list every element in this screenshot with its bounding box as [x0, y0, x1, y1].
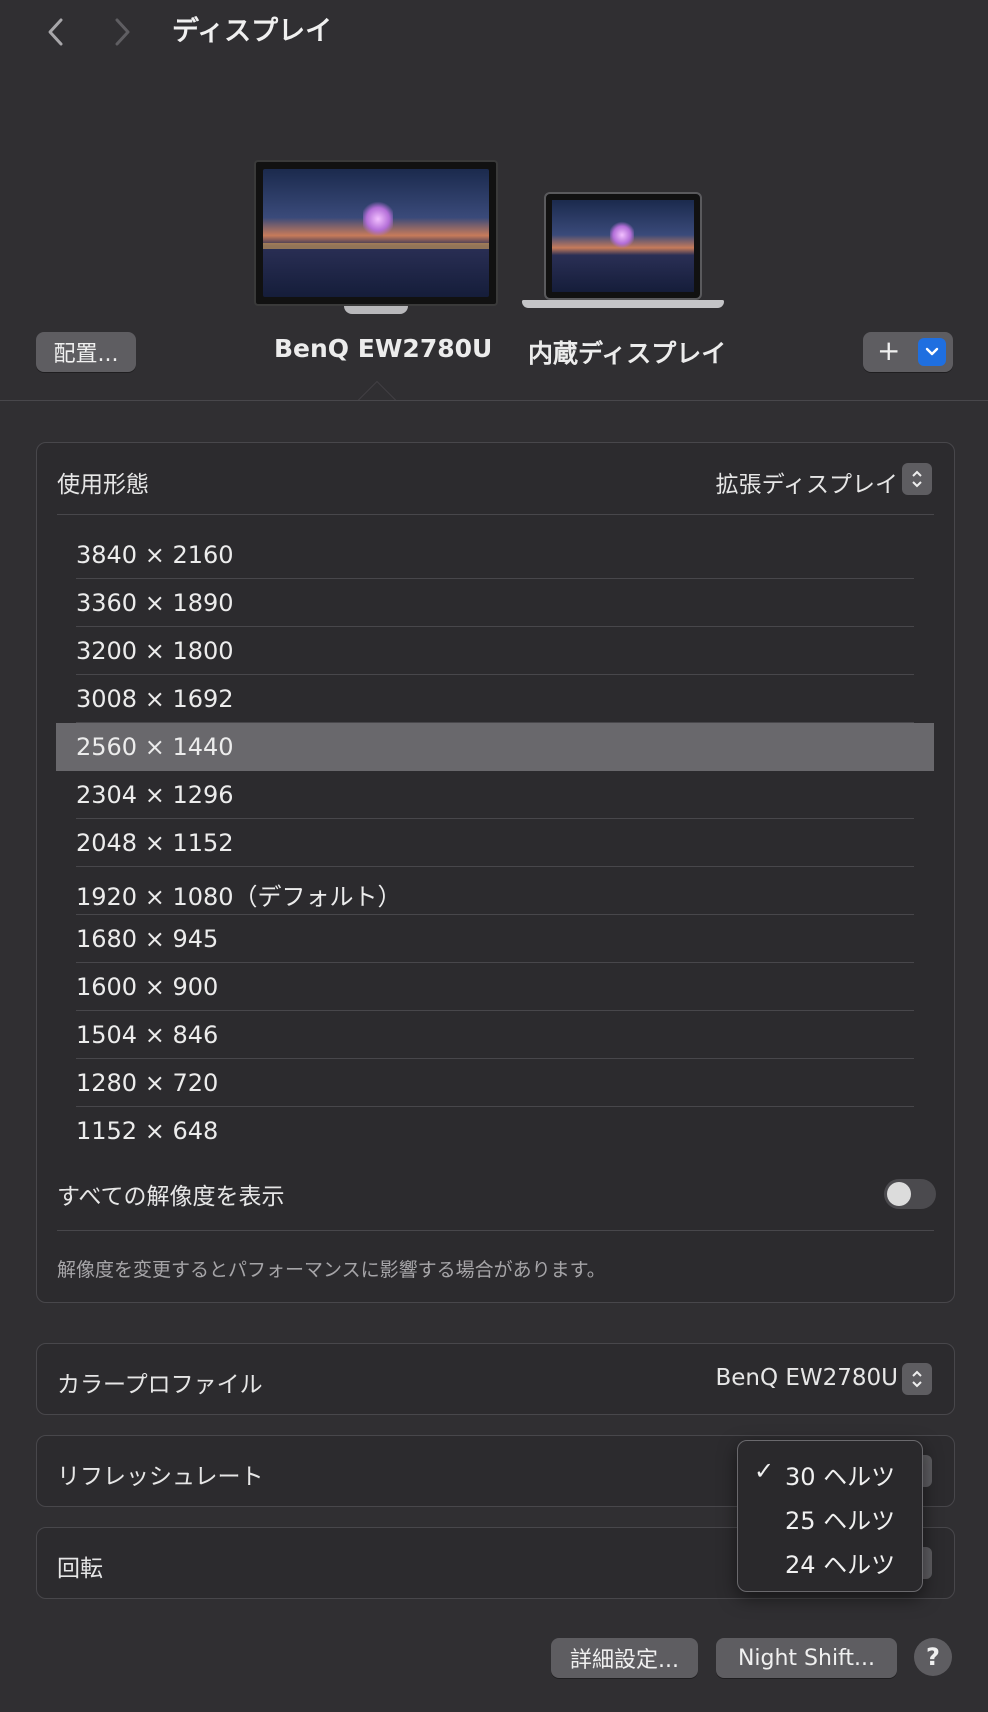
page-title: ディスプレイ	[172, 16, 333, 47]
up-down-chevron-icon	[912, 470, 922, 488]
resolution-label: 1600 × 900	[76, 973, 219, 1001]
resolution-label: 1920 × 1080（デフォルト）	[76, 883, 402, 911]
rotation-label: 回転	[57, 1556, 103, 1582]
selected-display-pointer	[358, 381, 396, 400]
resolution-option[interactable]: 1504 × 846	[56, 1011, 934, 1059]
resolution-option[interactable]: 2304 × 1296	[56, 771, 934, 819]
resolution-option[interactable]: 2048 × 1152	[56, 819, 934, 867]
show-all-resolutions-toggle[interactable]	[884, 1179, 936, 1209]
resolution-list: 3840 × 2160 3360 × 1890 3200 × 1800 3008 × …	[56, 531, 934, 1155]
color-profile-label: カラープロファイル	[57, 1372, 263, 1398]
resolution-option[interactable]: 1152 × 648	[56, 1107, 934, 1155]
wallpaper-thumbnail	[263, 169, 489, 297]
usage-label: 使用形態	[57, 472, 149, 498]
divider	[57, 1230, 934, 1231]
resolution-note: 解像度を変更するとパフォーマンスに影響する場合があります。	[57, 1259, 606, 1281]
resolution-option[interactable]: 3360 × 1890	[56, 579, 934, 627]
resolution-option[interactable]: 1680 × 945	[56, 915, 934, 963]
resolution-label: 2048 × 1152	[76, 829, 234, 857]
resolution-label: 3008 × 1692	[76, 685, 234, 713]
resolution-label: 3360 × 1890	[76, 589, 234, 617]
menu-item-25hz[interactable]: 25 ヘルツ	[738, 1495, 922, 1535]
resolution-option[interactable]: 1600 × 900	[56, 963, 934, 1011]
menu-item-label: 30 ヘルツ	[785, 1463, 896, 1491]
divider	[57, 514, 934, 515]
resolution-label: 2304 × 1296	[76, 781, 234, 809]
resolution-label: 1504 × 846	[76, 1021, 219, 1049]
resolution-label: 3840 × 2160	[76, 541, 234, 569]
refresh-rate-label: リフレッシュレート	[57, 1464, 264, 1490]
back-button[interactable]	[36, 12, 76, 52]
forward-button[interactable]	[102, 12, 142, 52]
show-all-resolutions-label: すべての解像度を表示	[57, 1184, 285, 1210]
resolution-label: 1280 × 720	[76, 1069, 219, 1097]
wallpaper-thumbnail	[552, 200, 694, 292]
usage-value[interactable]: 拡張ディスプレイ	[716, 465, 898, 499]
resolution-option[interactable]: 3200 × 1800	[56, 627, 934, 675]
checkmark-icon: ✓	[754, 1457, 775, 1485]
color-profile-value[interactable]: BenQ EW2780U	[715, 1365, 898, 1391]
color-profile-popup-stepper[interactable]	[902, 1363, 932, 1395]
resolution-option[interactable]: 3008 × 1692	[56, 675, 934, 723]
advanced-settings-button[interactable]: 詳細設定...	[551, 1638, 698, 1678]
night-shift-button[interactable]: Night Shift...	[716, 1638, 897, 1678]
refresh-rate-menu: ✓ 30 ヘルツ 25 ヘルツ 24 ヘルツ	[737, 1440, 923, 1592]
resolution-label: 1152 × 648	[76, 1117, 219, 1145]
help-button[interactable]: ?	[914, 1638, 952, 1676]
chevron-down-icon[interactable]	[918, 338, 946, 366]
color-profile-panel: カラープロファイル BenQ EW2780U	[36, 1343, 955, 1415]
resolution-label: 2560 × 1440	[76, 733, 234, 761]
navigation-controls	[36, 12, 186, 52]
toggle-knob	[887, 1182, 911, 1206]
usage-popup-stepper[interactable]	[902, 463, 932, 495]
resolution-option[interactable]: 1920 × 1080（デフォルト）	[56, 867, 934, 915]
chevron-left-icon	[48, 18, 63, 46]
menu-item-label: 24 ヘルツ	[785, 1551, 896, 1579]
add-display-control[interactable]: +	[863, 332, 953, 372]
builtin-display-graphic[interactable]	[522, 192, 724, 314]
resolution-label: 1680 × 945	[76, 925, 219, 953]
chevron-right-icon	[115, 18, 130, 46]
resolution-option[interactable]: 2560 × 1440	[56, 723, 934, 771]
resolution-label: 3200 × 1800	[76, 637, 234, 665]
resolution-panel: 使用形態 拡張ディスプレイ 3840 × 2160 3360 × 1890 3200…	[36, 442, 955, 1303]
arrange-button[interactable]: 配置...	[36, 332, 136, 372]
up-down-chevron-icon	[912, 1370, 922, 1388]
resolution-option[interactable]: 3840 × 2160	[56, 531, 934, 579]
resolution-option[interactable]: 1280 × 720	[56, 1059, 934, 1107]
display-label-benq[interactable]: BenQ EW2780U	[274, 334, 492, 363]
menu-item-label: 25 ヘルツ	[785, 1507, 896, 1535]
plus-icon: +	[877, 334, 901, 367]
display-label-builtin[interactable]: 内蔵ディスプレイ	[528, 334, 726, 370]
menu-item-24hz[interactable]: 24 ヘルツ	[738, 1539, 922, 1579]
external-monitor-graphic[interactable]	[254, 160, 498, 316]
menu-item-30hz[interactable]: ✓ 30 ヘルツ	[738, 1451, 922, 1491]
